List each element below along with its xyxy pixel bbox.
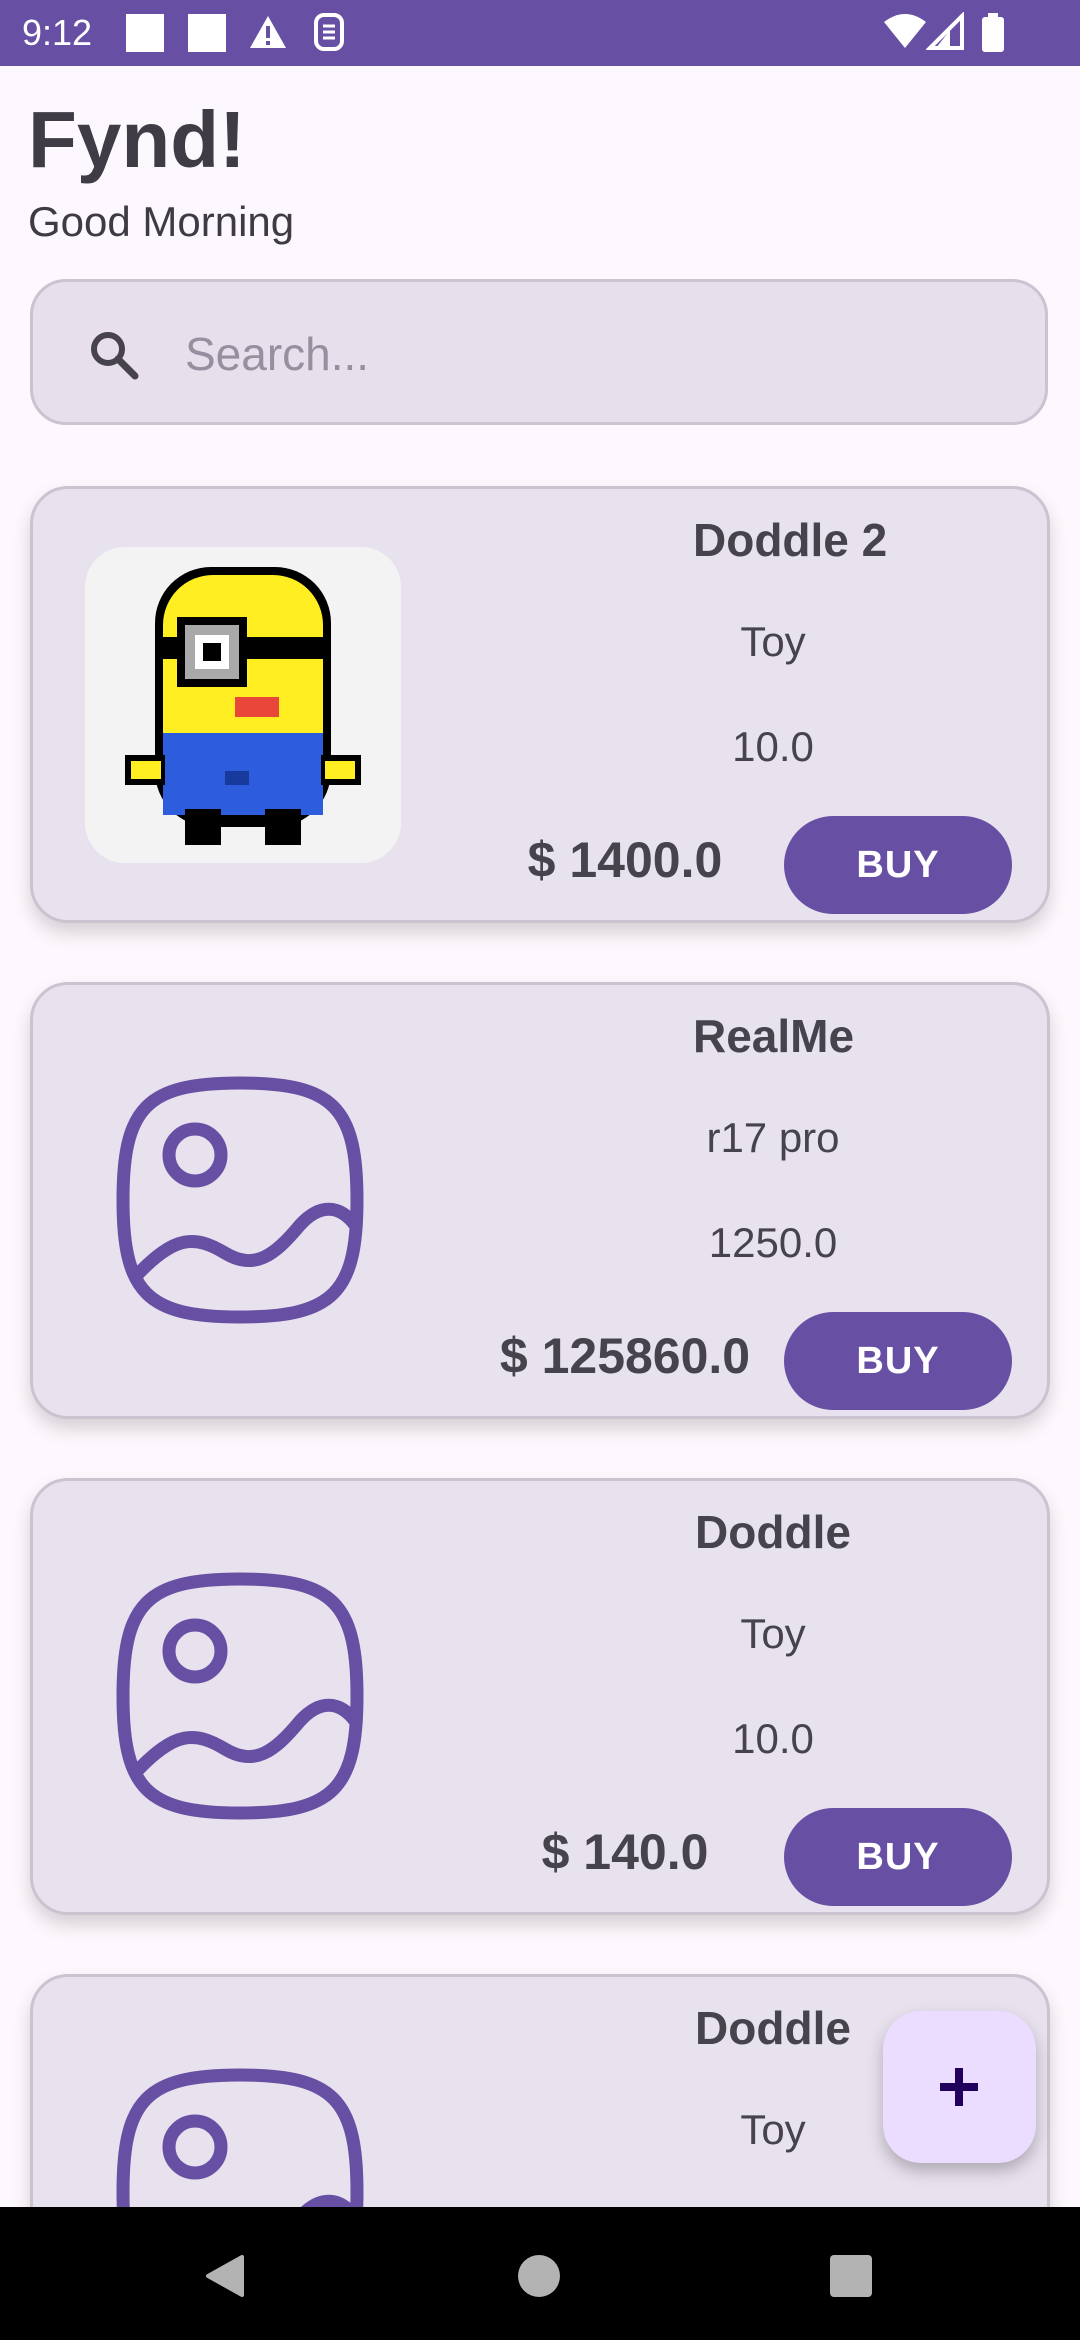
sim-icon	[314, 13, 344, 51]
minion-icon	[125, 567, 361, 845]
product-value: 1250.0	[708, 1219, 838, 1266]
wifi-icon	[884, 14, 926, 48]
product-image	[85, 547, 401, 863]
product-card[interactable]: RealMe r17 pro 1250.0 $ 125860.0 BUY	[30, 982, 1050, 1419]
greeting-text: Good Morning	[28, 198, 295, 245]
product-category: r17 pro	[706, 1114, 840, 1161]
buy-button[interactable]: BUY	[784, 1808, 1012, 1906]
plus-icon	[940, 2068, 978, 2106]
product-name: Doddle 2	[693, 514, 888, 566]
product-category: Toy	[740, 618, 806, 665]
image-placeholder-icon	[116, 1076, 364, 1324]
product-card[interactable]: Doddle 2 Toy 10.0 $ 1400.0 BUY	[30, 486, 1050, 923]
product-price: $ 125860.0	[499, 1328, 751, 1384]
warning-icon	[250, 16, 286, 48]
product-name: Doddle	[695, 2002, 851, 2054]
battery-icon	[982, 13, 1004, 52]
home-icon[interactable]	[518, 2255, 560, 2297]
product-value: 10.0	[732, 1715, 814, 1762]
search-input[interactable]: Search...	[185, 326, 369, 382]
back-icon[interactable]	[202, 2253, 246, 2299]
product-card[interactable]: Doddle Toy 10.0 $ 140.0 BUY	[30, 1478, 1050, 1915]
product-category: Toy	[740, 2106, 806, 2153]
product-price: $ 1400.0	[527, 832, 723, 888]
status-bar: 9:12	[0, 0, 1080, 66]
notification-square-icon	[188, 14, 226, 52]
search-bar[interactable]: Search...	[30, 279, 1048, 425]
app-title: Fynd!	[28, 95, 246, 184]
product-list[interactable]: Doddle 2 Toy 10.0 $ 1400.0 BUY RealMe r1…	[0, 466, 1080, 2207]
search-icon	[91, 332, 139, 380]
product-name: RealMe	[693, 1010, 855, 1062]
status-time: 9:12	[22, 12, 93, 53]
signal-icon	[926, 12, 964, 50]
image-placeholder-icon	[116, 2068, 364, 2207]
product-category: Toy	[740, 1610, 806, 1657]
system-nav-bar	[0, 2207, 1080, 2340]
product-price: $ 140.0	[541, 1824, 709, 1880]
product-name: Doddle	[695, 1506, 851, 1558]
recents-icon[interactable]	[830, 2255, 872, 2297]
buy-button[interactable]: BUY	[784, 1312, 1012, 1410]
buy-button[interactable]: BUY	[784, 816, 1012, 914]
notification-square-icon	[126, 14, 164, 52]
image-placeholder-icon	[116, 1572, 364, 1820]
product-value: 10.0	[732, 723, 814, 770]
add-product-button[interactable]	[883, 2011, 1036, 2163]
